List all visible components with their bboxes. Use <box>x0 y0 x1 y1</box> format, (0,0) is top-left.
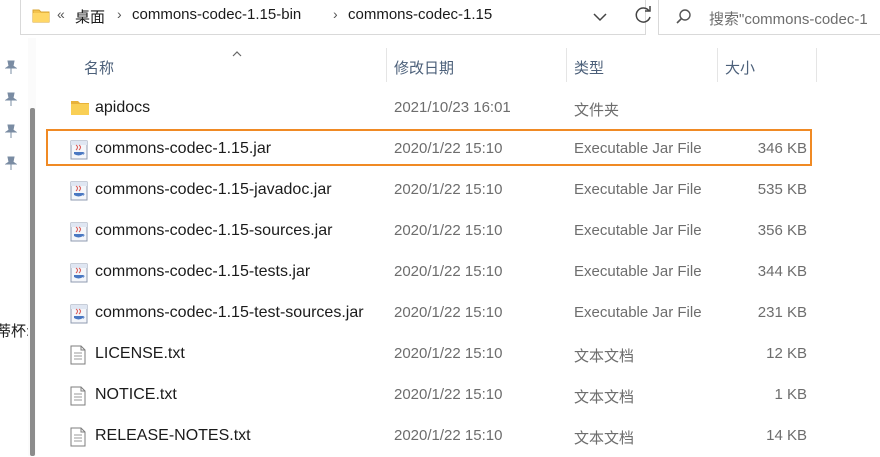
text-file-icon <box>70 345 88 365</box>
file-name[interactable]: commons-codec-1.15.jar <box>95 140 271 158</box>
file-row[interactable]: commons-codec-1.15-sources.jar 2020/1/22 … <box>44 211 880 252</box>
file-name[interactable]: commons-codec-1.15-javadoc.jar <box>95 181 332 199</box>
file-size: 344 KB <box>757 263 807 280</box>
jar-icon <box>70 304 88 324</box>
column-header: 名称 修改日期 类型 大小 <box>44 44 880 88</box>
column-size[interactable]: 大小 <box>718 44 816 82</box>
overflow-chevron-icon[interactable]: « <box>57 6 65 22</box>
column-date-label: 修改日期 <box>394 60 455 77</box>
pin-icon[interactable] <box>4 60 18 74</box>
file-name[interactable]: commons-codec-1.15-sources.jar <box>95 222 332 240</box>
breadcrumb-current[interactable]: commons-codec-1.15 <box>348 6 492 23</box>
jar-icon <box>70 181 88 201</box>
file-date: 2020/1/22 15:10 <box>394 181 503 198</box>
file-type: 文本文档 <box>574 348 635 365</box>
file-date: 2020/1/22 15:10 <box>394 222 503 239</box>
folder-icon <box>70 99 89 119</box>
column-size-label: 大小 <box>725 60 756 77</box>
pin-icon[interactable] <box>4 124 18 138</box>
navigation-pane: 蒂杯: <box>0 38 30 456</box>
address-row: « 桌面 › commons-codec-1.15-bin › commons-… <box>0 0 880 38</box>
file-date: 2020/1/22 15:10 <box>394 263 503 280</box>
file-row[interactable]: apidocs 2021/10/23 16:01 文件夹 <box>44 88 880 129</box>
jar-icon <box>70 140 88 160</box>
address-bar[interactable]: « 桌面 › commons-codec-1.15-bin › commons-… <box>20 0 651 35</box>
jar-icon <box>70 222 88 242</box>
jar-icon <box>70 263 88 283</box>
file-date: 2020/1/22 15:10 <box>394 140 503 157</box>
file-size: 356 KB <box>757 222 807 239</box>
text-file-icon <box>70 427 88 447</box>
file-size: 14 KB <box>766 427 807 444</box>
file-name[interactable]: LICENSE.txt <box>95 345 185 363</box>
file-size: 231 KB <box>757 304 807 321</box>
file-size: 346 KB <box>757 140 807 157</box>
chevron-down-icon[interactable] <box>589 6 611 28</box>
file-list: apidocs 2021/10/23 16:01 文件夹 commons-codec-… <box>44 88 880 457</box>
file-type: Executable Jar File <box>574 140 702 157</box>
breadcrumb-bin[interactable]: commons-codec-1.15-bin <box>132 6 301 23</box>
file-row[interactable]: commons-codec-1.15.jar 2020/1/22 15:10 Exe… <box>44 129 880 170</box>
file-row[interactable]: commons-codec-1.15-test-sources.jar 2020/… <box>44 293 880 334</box>
search-icon <box>675 8 693 31</box>
file-type: 文本文档 <box>574 430 635 447</box>
file-date: 2020/1/22 15:10 <box>394 386 503 403</box>
folder-icon <box>32 8 50 28</box>
column-divider[interactable] <box>816 48 817 82</box>
file-row[interactable]: NOTICE.txt 2020/1/22 15:10 文本文档 1 KB <box>44 375 880 416</box>
file-row[interactable]: commons-codec-1.15-javadoc.jar 2020/1/22 … <box>44 170 880 211</box>
file-type: Executable Jar File <box>574 222 702 239</box>
breadcrumb-desktop[interactable]: 桌面 <box>75 6 105 27</box>
file-type: 文件夹 <box>574 102 620 119</box>
column-type-label: 类型 <box>574 60 605 77</box>
chevron-right-icon[interactable]: › <box>333 6 338 22</box>
file-date: 2021/10/23 16:01 <box>394 99 511 116</box>
file-name[interactable]: commons-codec-1.15-tests.jar <box>95 263 310 281</box>
file-row[interactable]: LICENSE.txt 2020/1/22 15:10 文本文档 12 KB <box>44 334 880 375</box>
file-name[interactable]: commons-codec-1.15-test-sources.jar <box>95 304 364 322</box>
search-box[interactable]: 搜索"commons-codec-1 <box>658 0 880 35</box>
file-date: 2020/1/22 15:10 <box>394 304 503 321</box>
file-type: Executable Jar File <box>574 304 702 321</box>
file-name[interactable]: NOTICE.txt <box>95 386 177 404</box>
file-name[interactable]: RELEASE-NOTES.txt <box>95 427 251 445</box>
pin-icon[interactable] <box>4 156 18 170</box>
file-type: Executable Jar File <box>574 263 702 280</box>
text-file-icon <box>70 386 88 406</box>
scrollbar-thumb[interactable] <box>30 108 35 456</box>
file-size: 12 KB <box>766 345 807 362</box>
file-date: 2020/1/22 15:10 <box>394 345 503 362</box>
nav-item-label[interactable]: 蒂杯: <box>0 320 30 341</box>
pin-icon[interactable] <box>4 92 18 106</box>
file-row[interactable]: commons-codec-1.15-tests.jar 2020/1/22 15… <box>44 252 880 293</box>
file-type: Executable Jar File <box>574 181 702 198</box>
file-size: 535 KB <box>757 181 807 198</box>
column-name[interactable]: 名称 <box>44 44 386 82</box>
file-date: 2020/1/22 15:10 <box>394 427 503 444</box>
file-name[interactable]: apidocs <box>95 99 150 117</box>
column-type[interactable]: 类型 <box>567 44 717 82</box>
file-size: 1 KB <box>774 386 807 403</box>
refresh-icon[interactable] <box>631 4 655 28</box>
file-row[interactable]: RELEASE-NOTES.txt 2020/1/22 15:10 文本文档 14 K… <box>44 416 880 457</box>
file-type: 文本文档 <box>574 389 635 406</box>
column-name-label: 名称 <box>84 60 115 77</box>
search-input[interactable]: 搜索"commons-codec-1 <box>709 8 868 29</box>
column-date[interactable]: 修改日期 <box>387 44 566 82</box>
chevron-right-icon[interactable]: › <box>117 6 122 22</box>
